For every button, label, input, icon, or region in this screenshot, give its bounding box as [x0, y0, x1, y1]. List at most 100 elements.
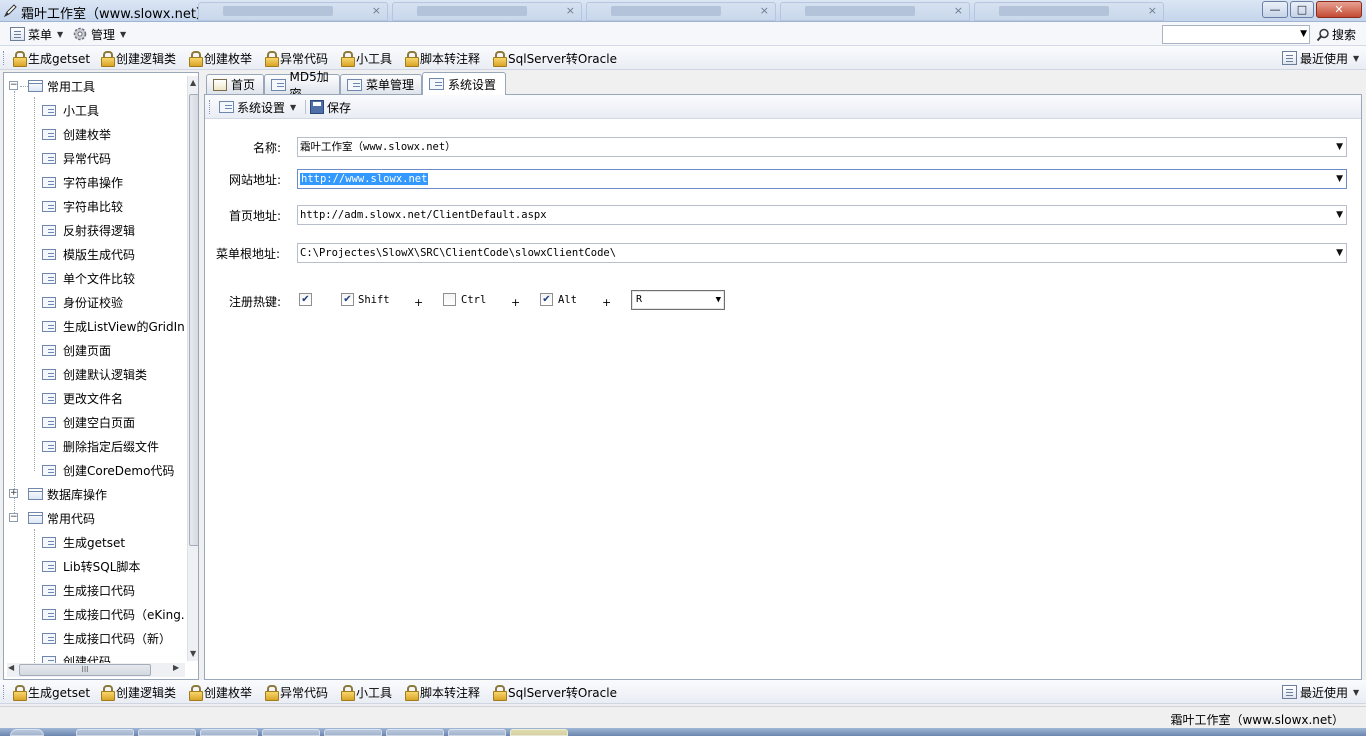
taskbar-app[interactable] — [262, 729, 320, 736]
tree-item[interactable]: 创建页面 — [42, 340, 111, 360]
tree-item[interactable]: 创建枚举 — [42, 124, 111, 144]
close-button[interactable]: ✕ — [1316, 1, 1362, 18]
collapse-icon[interactable]: − — [9, 513, 18, 522]
quick-item-sqlserver-oracle[interactable]: SqlServer转Oracle — [492, 683, 617, 701]
tree-item[interactable]: 小工具 — [42, 100, 99, 120]
system-settings-dropdown[interactable]: 系统设置 ▼ — [219, 98, 296, 116]
scroll-left-icon[interactable]: ◀ — [8, 663, 14, 672]
start-button[interactable] — [10, 729, 44, 736]
function-tree[interactable]: − 常用工具 小工具 创建枚举 异常代码 字符串操作 字符串比较 反射获得逻辑 … — [3, 72, 199, 680]
taskbar-app[interactable] — [200, 729, 258, 736]
collapse-icon[interactable]: − — [9, 81, 18, 90]
menu-icon — [10, 27, 25, 41]
tree-horizontal-scrollbar[interactable]: ◀ III ▶ — [7, 663, 185, 677]
tab-system-settings[interactable]: 系统设置 — [422, 72, 506, 95]
quick-item-tools[interactable]: 小工具 — [340, 683, 392, 701]
scroll-thumb[interactable]: III — [19, 664, 151, 676]
ctrl-checkbox[interactable] — [443, 293, 456, 306]
hotkey-key-select[interactable]: R ▼ — [631, 290, 725, 310]
dropdown-arrow-icon[interactable]: ▼ — [1336, 206, 1343, 224]
expand-icon[interactable]: + — [9, 489, 18, 498]
dropdown-arrow-icon[interactable]: ▼ — [1300, 26, 1307, 43]
search-input[interactable]: ▼ — [1162, 25, 1310, 44]
taskbar-app[interactable] — [76, 729, 134, 736]
tree-item[interactable]: 异常代码 — [42, 148, 111, 168]
recent-used-dropdown[interactable]: 最近使用 ▼ — [1282, 49, 1359, 67]
name-combo[interactable]: 霜叶工作室（www.slowx.net） ▼ — [297, 137, 1347, 157]
tab-menu-manage[interactable]: 菜单管理 — [340, 74, 422, 94]
tree-item[interactable]: 创建空白页面 — [42, 412, 135, 432]
quick-item-logic-class[interactable]: 创建逻辑类 — [100, 49, 176, 67]
quick-item-script-comment[interactable]: 脚本转注释 — [404, 49, 480, 67]
tree-item[interactable]: 生成ListView的GridIn — [42, 316, 185, 336]
quick-item-getset[interactable]: 生成getset — [12, 683, 90, 701]
tab-home[interactable]: 首页 — [206, 74, 264, 94]
quick-item-logic-class[interactable]: 创建逻辑类 — [100, 683, 176, 701]
dropdown-arrow-icon: ▼ — [715, 295, 721, 305]
tree-item[interactable]: 身份证校验 — [42, 292, 123, 312]
toolbar-grip[interactable] — [209, 100, 212, 114]
scroll-up-icon[interactable]: ▲ — [190, 78, 196, 87]
menu-root-combo[interactable]: C:\Projectes\SlowX\SRC\ClientCode\slowxC… — [297, 243, 1347, 263]
scroll-down-icon[interactable]: ▼ — [190, 649, 196, 658]
toolbar-grip[interactable] — [3, 685, 6, 699]
dropdown-arrow-icon[interactable]: ▼ — [1336, 170, 1343, 188]
scroll-right-icon[interactable]: ▶ — [173, 663, 179, 672]
tree-item[interactable]: 生成接口代码 — [42, 580, 135, 600]
quick-item-tools[interactable]: 小工具 — [340, 49, 392, 67]
menu-dropdown[interactable]: 菜单 ▼ — [10, 25, 63, 43]
tree-item[interactable]: 字符串操作 — [42, 172, 123, 192]
app-pen-icon — [3, 4, 17, 18]
tree-item[interactable]: 模版生成代码 — [42, 244, 135, 264]
tree-item[interactable]: 字符串比较 — [42, 196, 123, 216]
tree-item[interactable]: 创建CoreDemo代码 — [42, 460, 174, 480]
taskbar-app[interactable] — [386, 729, 444, 736]
minimize-button[interactable]: — — [1262, 1, 1288, 18]
site-url-combo[interactable]: http://www.slowx.net ▼ — [297, 169, 1347, 189]
taskbar-app[interactable] — [138, 729, 196, 736]
recent-used-dropdown[interactable]: 最近使用 ▼ — [1282, 683, 1359, 701]
background-window-tab[interactable]: × — [198, 2, 388, 21]
quick-item-script-comment[interactable]: 脚本转注释 — [404, 683, 480, 701]
background-window-tab[interactable]: × — [974, 2, 1164, 21]
tree-vertical-scrollbar[interactable]: ▲ ▼ — [187, 76, 198, 661]
tree-group-common-code[interactable]: − 常用代码 — [6, 508, 95, 528]
tree-group-common-tools[interactable]: − 常用工具 — [6, 76, 95, 96]
quick-item-enum[interactable]: 创建枚举 — [188, 49, 252, 67]
tree-item[interactable]: 更改文件名 — [42, 388, 123, 408]
tree-item[interactable]: 生成getset — [42, 532, 125, 552]
quick-item-enum[interactable]: 创建枚举 — [188, 683, 252, 701]
tree-item[interactable]: 创建默认逻辑类 — [42, 364, 147, 384]
quick-item-error-code[interactable]: 异常代码 — [264, 49, 328, 67]
background-window-tab[interactable]: × — [392, 2, 582, 21]
hotkey-enable-checkbox[interactable]: ✔ — [299, 293, 312, 306]
quick-item-error-code[interactable]: 异常代码 — [264, 683, 328, 701]
home-url-combo[interactable]: http://adm.slowx.net/ClientDefault.aspx … — [297, 205, 1347, 225]
taskbar-app[interactable] — [324, 729, 382, 736]
tree-group-database[interactable]: + 数据库操作 — [6, 484, 107, 504]
shift-checkbox[interactable]: ✔ — [341, 293, 354, 306]
scroll-thumb[interactable] — [189, 94, 198, 546]
dropdown-arrow-icon[interactable]: ▼ — [1336, 138, 1343, 156]
search-button[interactable]: 搜索 — [1316, 25, 1356, 44]
taskbar-app-active[interactable] — [510, 729, 568, 736]
tree-item[interactable]: 删除指定后缀文件 — [42, 436, 159, 456]
os-taskbar — [0, 728, 1366, 736]
maximize-button[interactable]: □ — [1290, 1, 1314, 18]
save-button[interactable]: 保存 — [310, 98, 351, 116]
tree-item[interactable]: 生成接口代码（新） — [42, 628, 171, 648]
tab-md5[interactable]: MD5加密 — [264, 70, 340, 101]
tree-item[interactable]: 生成接口代码（eKing. — [42, 604, 185, 624]
quick-item-getset[interactable]: 生成getset — [12, 49, 90, 67]
taskbar-app[interactable] — [448, 729, 506, 736]
toolbar-grip[interactable] — [3, 51, 6, 65]
tree-item[interactable]: 单个文件比较 — [42, 268, 135, 288]
alt-checkbox[interactable]: ✔ — [540, 293, 553, 306]
manage-dropdown[interactable]: 管理 ▼ — [72, 25, 126, 43]
tree-item[interactable]: 反射获得逻辑 — [42, 220, 135, 240]
tree-item[interactable]: Lib转SQL脚本 — [42, 556, 140, 576]
dropdown-arrow-icon[interactable]: ▼ — [1336, 244, 1343, 262]
background-window-tab[interactable]: × — [586, 2, 776, 21]
quick-item-sqlserver-oracle[interactable]: SqlServer转Oracle — [492, 49, 617, 67]
background-window-tab[interactable]: × — [780, 2, 970, 21]
